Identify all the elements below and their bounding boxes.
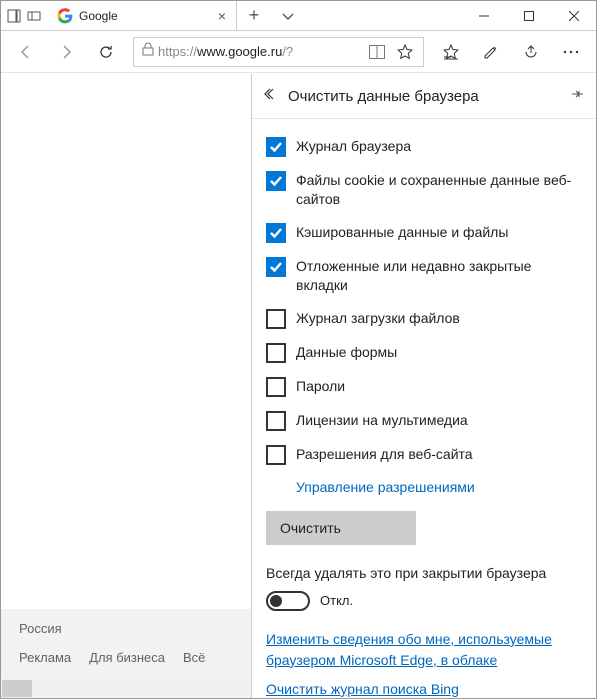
- window-titlebar: Google × +: [1, 1, 596, 31]
- checkbox-row: Отложенные или недавно закрытые вкладки: [266, 257, 582, 295]
- checkbox[interactable]: [266, 171, 286, 191]
- toggle-row: Откл.: [266, 591, 582, 611]
- favorite-star-icon[interactable]: [391, 44, 419, 60]
- more-menu-icon[interactable]: [552, 33, 590, 71]
- footer-link-about[interactable]: Всё: [183, 650, 205, 665]
- window-close-button[interactable]: [551, 1, 596, 30]
- checkbox-row: Журнал браузера: [266, 137, 582, 157]
- toggle-state-label: Откл.: [320, 593, 353, 608]
- checkbox-row: Данные формы: [266, 343, 582, 363]
- checkbox-label: Журнал загрузки файлов: [296, 309, 460, 328]
- url-text: https://www.google.ru/?: [158, 44, 363, 59]
- checkbox[interactable]: [266, 445, 286, 465]
- manage-permissions-link[interactable]: Управление разрешениями: [296, 479, 582, 495]
- footer-link-ads[interactable]: Реклама: [19, 650, 71, 665]
- checkbox[interactable]: [266, 411, 286, 431]
- checkbox-row: Разрешения для веб-сайта: [266, 445, 582, 465]
- tab-close-icon[interactable]: ×: [218, 8, 226, 24]
- checkbox-label: Файлы cookie и сохраненные данные веб-са…: [296, 171, 582, 209]
- checkbox-row: Файлы cookie и сохраненные данные веб-са…: [266, 171, 582, 209]
- new-tab-button[interactable]: +: [237, 1, 271, 30]
- checkbox-label: Разрешения для веб-сайта: [296, 445, 473, 464]
- browser-toolbar: https://www.google.ru/?: [1, 31, 596, 73]
- browser-tab[interactable]: Google ×: [47, 1, 237, 30]
- panel-header: Очистить данные браузера: [252, 74, 596, 119]
- checkbox-label: Пароли: [296, 377, 345, 396]
- favorites-hub-icon[interactable]: [432, 33, 470, 71]
- tab-tools-icon[interactable]: [271, 1, 305, 30]
- checkbox-row: Журнал загрузки файлов: [266, 309, 582, 329]
- checkbox[interactable]: [266, 257, 286, 277]
- checkbox-label: Данные формы: [296, 343, 397, 362]
- checkbox-label: Лицензии на мультимедиа: [296, 411, 468, 430]
- edit-cloud-info-link[interactable]: Изменить сведения обо мне, используемые …: [266, 629, 582, 671]
- checkbox[interactable]: [266, 223, 286, 243]
- tabs-preview-icon[interactable]: [27, 9, 41, 23]
- tab-title: Google: [79, 9, 212, 23]
- checkbox[interactable]: [266, 343, 286, 363]
- notes-icon[interactable]: [472, 33, 510, 71]
- checkbox-row: Лицензии на мультимедиа: [266, 411, 582, 431]
- always-delete-label: Всегда удалять это при закрытии браузера: [266, 565, 582, 581]
- refresh-button[interactable]: [87, 33, 125, 71]
- google-favicon-icon: [57, 8, 73, 24]
- lock-icon: [142, 42, 154, 61]
- scrollbar-thumb[interactable]: [2, 680, 32, 697]
- address-bar[interactable]: https://www.google.ru/?: [133, 37, 424, 67]
- checkbox[interactable]: [266, 137, 286, 157]
- back-button[interactable]: [7, 33, 45, 71]
- checkbox-label: Кэшированные данные и файлы: [296, 223, 508, 242]
- panel-back-icon[interactable]: [264, 87, 278, 106]
- panel-title: Очистить данные браузера: [288, 88, 570, 105]
- checkbox[interactable]: [266, 377, 286, 397]
- tabs-aside-icon[interactable]: [7, 9, 21, 23]
- clear-bing-history-link[interactable]: Очистить журнал поиска Bing: [266, 681, 582, 697]
- checkbox-row: Кэшированные данные и файлы: [266, 223, 582, 243]
- checkbox-label: Отложенные или недавно закрытые вкладки: [296, 257, 582, 295]
- clear-button[interactable]: Очистить: [266, 511, 416, 545]
- window-maximize-button[interactable]: [506, 1, 551, 30]
- checkbox[interactable]: [266, 309, 286, 329]
- checkbox-row: Пароли: [266, 377, 582, 397]
- always-delete-toggle[interactable]: [266, 591, 310, 611]
- clear-data-panel: Очистить данные браузера Журнал браузера…: [251, 74, 596, 698]
- share-icon[interactable]: [512, 33, 550, 71]
- footer-link-business[interactable]: Для бизнеса: [89, 650, 165, 665]
- window-minimize-button[interactable]: [461, 1, 506, 30]
- checkbox-label: Журнал браузера: [296, 137, 411, 156]
- pin-icon[interactable]: [570, 87, 584, 106]
- reading-view-icon[interactable]: [363, 45, 391, 59]
- forward-button[interactable]: [47, 33, 85, 71]
